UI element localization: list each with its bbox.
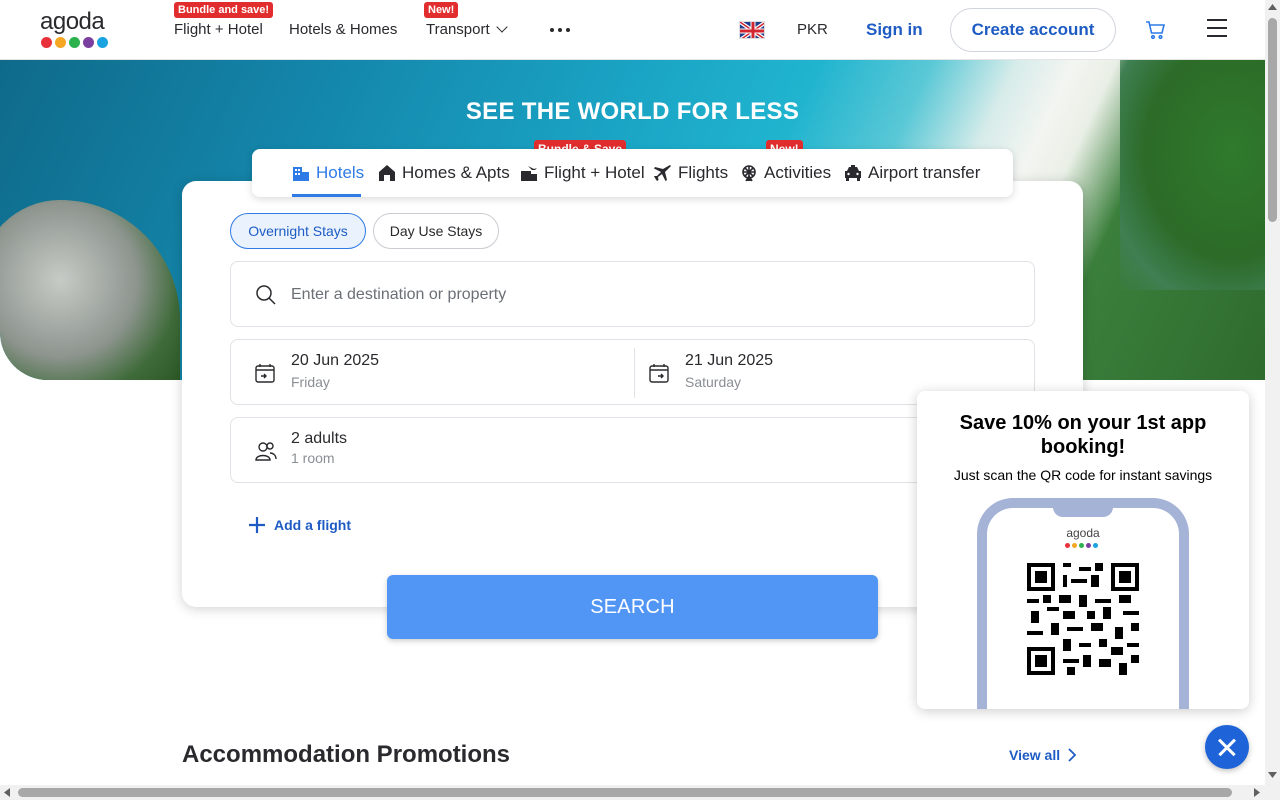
tab-flight-hotel-label: Flight + Hotel [544, 163, 645, 182]
hero-title: SEE THE WORLD FOR LESS [465, 98, 800, 125]
scroll-right-arrow-icon[interactable] [1254, 788, 1260, 797]
agoda-logo[interactable]: agoda [40, 10, 115, 50]
occupancy-values: 2 adults 1 room [291, 430, 347, 466]
close-popup-button[interactable] [1205, 725, 1249, 769]
hamburger-menu-icon[interactable] [1207, 19, 1227, 43]
more-menu-icon[interactable] [550, 28, 570, 32]
plus-icon [249, 517, 265, 533]
tab-flights-label: Flights [678, 163, 729, 182]
app-promo-popup: Save 10% on your 1st app booking! Just s… [917, 391, 1249, 709]
tab-homes-apts[interactable]: Homes & Apts [378, 163, 510, 183]
day-use-stays-toggle[interactable]: Day Use Stays [373, 213, 499, 249]
promotions-heading: Accommodation Promotions [182, 741, 511, 768]
uk-flag-icon[interactable] [739, 21, 765, 39]
phone-notch [1053, 498, 1113, 517]
hotel-building-icon [293, 167, 309, 181]
check-out-day: Saturday [685, 374, 742, 390]
check-out-date-value: 21 Jun 2025 [685, 352, 774, 369]
tab-hotels-label: Hotels [316, 163, 365, 182]
sign-in-link[interactable]: Sign in [866, 20, 923, 40]
flight-hotel-icon [521, 166, 537, 181]
app-promo-subtitle: Just scan the QR code for instant saving… [953, 467, 1213, 483]
tab-hotels[interactable]: Hotels [292, 163, 364, 183]
hero-forest-island [1120, 60, 1265, 290]
check-in-date[interactable]: 20 Jun 2025 Friday [291, 352, 379, 390]
guest-count: 2 adults [291, 430, 348, 447]
destination-search-field[interactable]: Enter a destination or property [230, 261, 1035, 327]
cart-icon[interactable] [1144, 19, 1166, 46]
search-button[interactable]: SEARCH [387, 575, 878, 639]
nav-flight-hotel[interactable]: Flight + Hotel [174, 21, 263, 38]
view-all-label: View all [1009, 747, 1061, 763]
currency-selector[interactable]: PKR [797, 21, 828, 38]
room-count: 1 room [291, 450, 335, 466]
overnight-stays-toggle[interactable]: Overnight Stays [230, 213, 366, 249]
vertical-scrollbar-thumb[interactable] [1268, 18, 1277, 222]
tab-homes-label: Homes & Apts [402, 163, 510, 182]
tab-airport-transfer[interactable]: Airport transfer [844, 163, 980, 183]
logo-dots [41, 37, 115, 48]
check-in-date-value: 20 Jun 2025 [291, 352, 380, 369]
create-account-button[interactable]: Create account [950, 8, 1116, 52]
phone-logo-text: agoda [1066, 526, 1100, 540]
qr-code-icon [1027, 563, 1139, 675]
tab-activities[interactable]: Activities [740, 163, 831, 183]
nav-badge-bundle: Bundle and save! [174, 2, 274, 18]
app-promo-title: Save 10% on your 1st app booking! [959, 412, 1207, 458]
guests-icon [255, 442, 277, 461]
check-out-calendar-icon [649, 364, 669, 383]
tab-flights[interactable]: Flights [654, 163, 728, 183]
occupancy-field[interactable]: 2 adults 1 room [230, 417, 1035, 483]
airplane-icon [654, 165, 671, 181]
nav-badge-new: New! [424, 2, 459, 18]
phone-illustration: agoda [977, 498, 1189, 709]
search-icon [256, 285, 276, 305]
product-tabs: Hotels Homes & Apts Flight + Hotel Fligh… [252, 149, 1013, 197]
logo-text: agoda [40, 8, 105, 35]
date-range-field: 20 Jun 2025 Friday 21 Jun 2025 Saturday [230, 339, 1035, 405]
check-out-date[interactable]: 21 Jun 2025 Saturday [685, 352, 773, 390]
ferris-wheel-icon [742, 165, 756, 182]
tab-flight-hotel[interactable]: Flight + Hotel [520, 163, 645, 183]
top-navbar: agoda Bundle and save! Flight + Hotel Ho… [0, 0, 1265, 60]
add-flight-button[interactable]: Add a flight [248, 516, 351, 534]
nav-hotels-homes[interactable]: Hotels & Homes [289, 21, 397, 38]
chevron-right-icon [1068, 748, 1077, 762]
date-divider [634, 348, 635, 398]
tab-activities-label: Activities [764, 163, 832, 182]
destination-input[interactable]: Enter a destination or property [291, 286, 506, 304]
scroll-up-arrow-icon[interactable] [1268, 4, 1277, 10]
house-icon [379, 165, 395, 181]
phone-logo-dots [1065, 543, 1098, 548]
nav-transport[interactable]: Transport [426, 21, 508, 38]
scroll-down-arrow-icon[interactable] [1268, 772, 1277, 778]
active-tab-indicator [292, 194, 361, 197]
tab-airport-transfer-label: Airport transfer [868, 163, 981, 182]
nav-transport-label: Transport [426, 21, 490, 38]
view-all-link[interactable]: View all [1009, 747, 1077, 763]
chevron-down-icon [495, 21, 508, 33]
hero-rock-island [0, 200, 180, 380]
car-icon [845, 165, 861, 181]
check-in-day: Friday [291, 374, 330, 390]
check-in-calendar-icon [255, 364, 275, 383]
add-flight-label: Add a flight [274, 517, 351, 533]
horizontal-scrollbar-thumb[interactable] [18, 788, 1232, 797]
scroll-left-arrow-icon[interactable] [4, 788, 10, 797]
